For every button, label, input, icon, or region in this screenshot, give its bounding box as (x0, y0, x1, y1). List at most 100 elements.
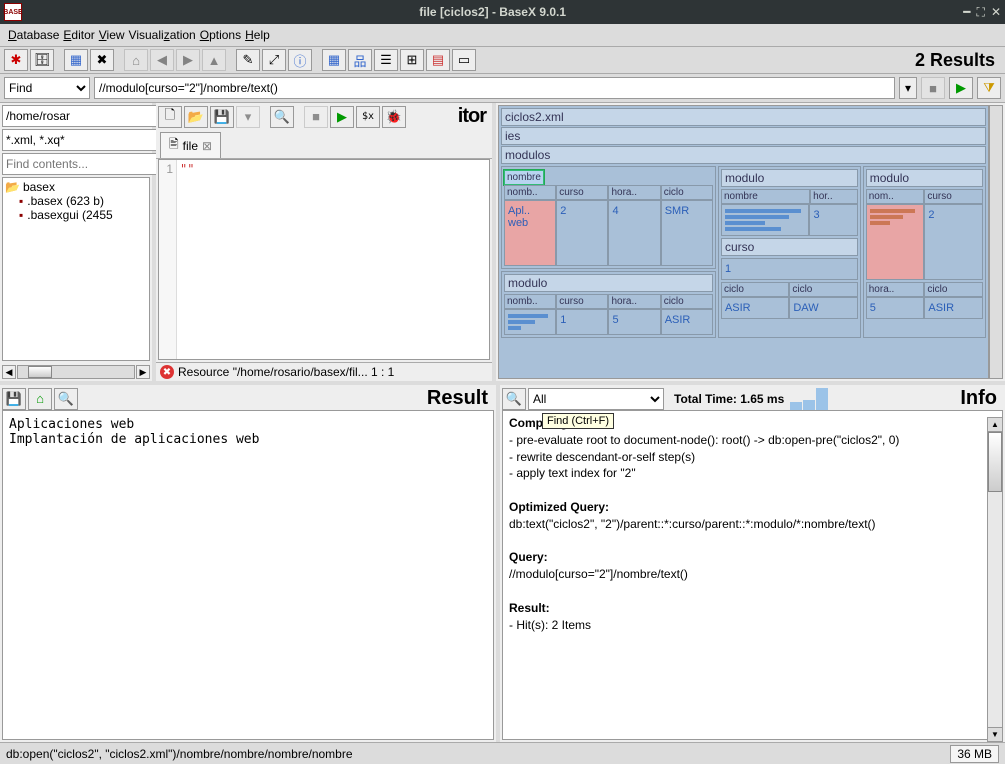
home-icon[interactable]: ⌂ (124, 49, 148, 71)
map-cell[interactable]: 5 (866, 297, 925, 319)
find-contents-input[interactable] (2, 153, 165, 175)
scroll-left-icon[interactable]: ◀ (2, 365, 16, 379)
maximize-button[interactable]: ⛶ (977, 5, 985, 20)
map-cell[interactable]: 3 (809, 204, 857, 236)
map-modulo[interactable]: modulo nomb.. curso hora.. ciclo (501, 271, 716, 338)
map-col[interactable]: hora.. (866, 282, 925, 297)
tree-icon[interactable]: 品 (348, 49, 372, 71)
minimize-button[interactable]: ━ (963, 5, 970, 20)
map-modulo[interactable]: modulo nombre hor.. 3 curso 1 (718, 166, 861, 338)
calendar-icon[interactable]: ▤ (426, 49, 450, 71)
map-cell[interactable]: 4 (608, 200, 660, 266)
menu-database[interactable]: DDatabaseatabase (8, 28, 59, 42)
search-editor-icon[interactable]: 🔍 (270, 106, 294, 128)
map-cell[interactable]: Apl.. web (504, 200, 556, 266)
file-filter-input[interactable] (2, 129, 165, 151)
map-col[interactable]: nomb.. (504, 294, 556, 309)
map-col[interactable]: ciclo (924, 282, 983, 297)
map-file[interactable]: ciclos2.xml (501, 108, 986, 126)
project-path-input[interactable] (2, 105, 165, 127)
map-cell[interactable]: 2 (556, 200, 608, 266)
grid-icon[interactable]: ▦ (64, 49, 88, 71)
map-col[interactable]: curso (556, 185, 608, 200)
map-cell[interactable]: ASIR (924, 297, 983, 319)
forward-icon[interactable]: ▶ (176, 49, 200, 71)
map-col[interactable]: nombre (721, 189, 810, 204)
map-modulo[interactable]: modulo nom.. curso 2 hora.. (863, 166, 986, 338)
map-cell[interactable]: SMR (661, 200, 713, 266)
map-cell[interactable] (504, 309, 556, 335)
search-history-dropdown[interactable]: ▾ (899, 77, 917, 99)
tree-file[interactable]: .basexgui (2455 (5, 208, 147, 222)
run-icon[interactable]: ▶ (949, 77, 973, 99)
save-result-icon[interactable]: 💾 (2, 388, 26, 410)
var-icon[interactable]: $x (356, 106, 380, 128)
new-db-icon[interactable]: ✱ (4, 49, 28, 71)
tree-folder[interactable]: basex (5, 180, 147, 194)
close-button[interactable]: ✕ (991, 5, 1001, 20)
up-icon[interactable]: ▲ (202, 49, 226, 71)
search-mode-select[interactable]: Find (4, 77, 90, 99)
stop-exec-icon[interactable]: ■ (304, 106, 328, 128)
map-col[interactable]: ciclo (789, 282, 857, 297)
editor-tab[interactable]: 🖹 file ⊠ (160, 132, 221, 158)
map-vscroll[interactable] (989, 105, 1003, 379)
open-file-icon[interactable]: 📂 (184, 106, 208, 128)
map-col[interactable]: curso (556, 294, 608, 309)
map-col[interactable]: hora.. (608, 294, 660, 309)
tab-close-icon[interactable]: ⊠ (202, 139, 212, 153)
map-cell[interactable]: ASIR (661, 309, 713, 335)
tree-file[interactable]: .basex (623 b) (5, 194, 147, 208)
menu-editor[interactable]: Editor (63, 28, 94, 42)
menu-view[interactable]: View (99, 28, 125, 42)
map-cell[interactable]: 1 (556, 309, 608, 335)
db-icon[interactable]: 🗄 (30, 49, 54, 71)
map-col[interactable]: hor.. (810, 189, 858, 204)
map-cell[interactable]: 1 (721, 258, 858, 280)
map-cell[interactable]: 2 (924, 204, 983, 280)
search-input[interactable] (94, 77, 895, 99)
info-text[interactable]: Compiling: - pre-evaluate root to docume… (502, 410, 1003, 740)
back-icon[interactable]: ◀ (150, 49, 174, 71)
map-modulo[interactable]: nombre nomb.. curso hora.. ciclo Apl.. w… (501, 166, 716, 269)
map-col[interactable]: nomb.. (504, 185, 556, 200)
map-cell[interactable]: DAW (789, 297, 857, 319)
treemap[interactable]: ciclos2.xml ies modulos nombre nomb.. cu… (498, 105, 989, 379)
search-result-icon[interactable]: 🔍 (54, 388, 78, 410)
map-col[interactable]: ciclo (721, 282, 789, 297)
map-cell[interactable] (866, 204, 925, 280)
map-cell[interactable]: ASIR (721, 297, 789, 319)
map-root[interactable]: ies (501, 127, 986, 145)
save-history-icon[interactable]: ▾ (236, 106, 260, 128)
editor-textarea[interactable]: 1 "" (158, 159, 490, 360)
info-vscroll[interactable]: ▲ ▼ (987, 417, 1003, 742)
map-col[interactable]: ciclo (661, 185, 713, 200)
expand-icon[interactable]: ⤢ (262, 49, 286, 71)
map-cell[interactable]: 5 (608, 309, 660, 335)
map-selected[interactable]: nombre (504, 170, 544, 185)
save-file-icon[interactable]: 💾 (210, 106, 234, 128)
code-content[interactable]: "" (177, 160, 489, 359)
map-group[interactable]: modulos (501, 146, 986, 164)
tree-hscroll[interactable]: ◀ ▶ (0, 363, 152, 381)
result-text[interactable]: Aplicaciones web Implantación de aplicac… (2, 410, 494, 740)
table-icon[interactable]: ▦ (322, 49, 346, 71)
map-col[interactable]: hora.. (608, 185, 660, 200)
map-col[interactable]: ciclo (661, 294, 713, 309)
map-col[interactable]: curso (924, 189, 983, 204)
detail-icon[interactable]: ▭ (452, 49, 476, 71)
home-result-icon[interactable]: ⌂ (28, 388, 52, 410)
scroll-right-icon[interactable]: ▶ (136, 365, 150, 379)
menu-help[interactable]: Help (245, 28, 270, 42)
new-file-icon[interactable]: 🗋 (158, 106, 182, 128)
map-cell[interactable] (721, 204, 810, 236)
edit-icon[interactable]: ✎ (236, 49, 260, 71)
map-col[interactable]: nom.. (866, 189, 925, 204)
stop-icon[interactable]: ■ (921, 77, 945, 99)
menu-visualization[interactable]: Visualization (129, 28, 196, 42)
menu-options[interactable]: Options (200, 28, 241, 42)
scroll-down-icon[interactable]: ▼ (988, 727, 1002, 741)
filter-icon[interactable]: ⧩ (977, 77, 1001, 99)
info-icon[interactable]: ⓘ (288, 49, 312, 71)
delete-icon[interactable]: ✖ (90, 49, 114, 71)
